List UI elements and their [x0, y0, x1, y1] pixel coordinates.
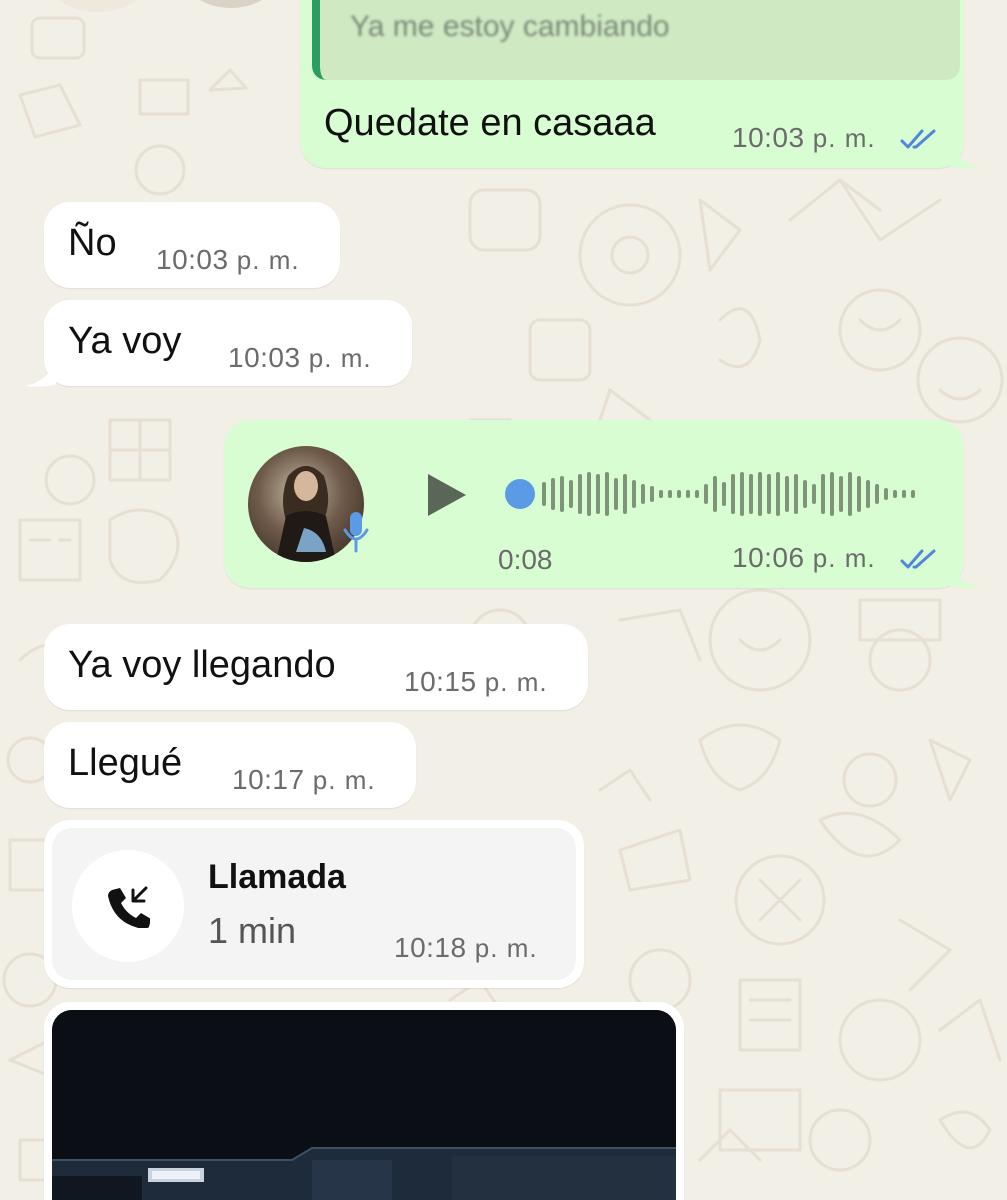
message-time: 10:06 p. m. [732, 542, 876, 574]
message-text: Quedate en casaaa [324, 102, 656, 144]
message-time: 10:18 p. m. [394, 932, 538, 964]
incoming-message-bubble[interactable]: Ño 10:03 p. m. [44, 202, 340, 288]
message-time: 10:03 p. m. [156, 244, 300, 276]
quoted-reply-text: Ya me estoy cambiando [350, 10, 670, 43]
time-value: 10:18 [394, 932, 467, 963]
voice-duration: 0:08 [498, 544, 553, 575]
time-value: 10:03 [228, 342, 301, 373]
play-icon[interactable] [424, 472, 468, 518]
incoming-message-bubble[interactable]: Ya voy 10:03 p. m. [44, 300, 412, 386]
bubble-tail [950, 560, 980, 589]
time-value: 10:06 [732, 542, 805, 573]
message-time: 10:17 p. m. [232, 764, 376, 796]
incoming-message-bubble[interactable]: Llegué 10:17 p. m. [44, 722, 416, 808]
time-ampm: p. m. [300, 343, 372, 373]
message-text: Ño [68, 222, 117, 264]
time-value: 10:03 [156, 244, 229, 275]
incoming-image-message[interactable] [44, 1002, 684, 1200]
quoted-reply[interactable]: Ya me estoy cambiando [312, 0, 960, 80]
time-ampm: p. m. [466, 933, 538, 963]
incoming-call-message[interactable]: Llamada 1 min 10:18 p. m. [44, 820, 584, 988]
night-building-photo [52, 1010, 676, 1200]
time-value: 10:15 [404, 666, 477, 697]
time-ampm: p. m. [304, 765, 376, 795]
double-check-icon [900, 549, 936, 569]
message-time: 10:03 p. m. [228, 342, 372, 374]
microphone-icon [343, 512, 369, 553]
call-title: Llamada [208, 858, 346, 896]
call-duration: 1 min [208, 910, 297, 951]
bubble-tail [26, 358, 56, 387]
call-card[interactable]: Llamada 1 min 10:18 p. m. [52, 828, 576, 980]
image-thumbnail[interactable] [52, 1010, 676, 1200]
time-ampm: p. m. [804, 543, 876, 573]
outgoing-voice-message[interactable]: 0:08 10:06 p. m. [224, 420, 964, 588]
time-value: 10:03 [732, 122, 805, 153]
message-text: Ya voy llegando [68, 644, 336, 686]
message-time: 10:03 p. m. [732, 122, 876, 154]
message-time: 10:15 p. m. [404, 666, 548, 698]
incoming-call-icon [108, 886, 150, 928]
outgoing-message-bubble[interactable]: Ya me estoy cambiando Quedate en casaaa … [300, 0, 964, 168]
double-check-icon [900, 129, 936, 149]
time-ampm: p. m. [476, 667, 548, 697]
time-ampm: p. m. [228, 245, 300, 275]
message-text: Llegué [68, 742, 183, 784]
voice-waveform[interactable] [502, 464, 922, 524]
time-ampm: p. m. [804, 123, 876, 153]
bubble-tail [950, 140, 980, 169]
call-icon-circle [72, 850, 184, 962]
incoming-message-bubble[interactable]: Ya voy llegando 10:15 p. m. [44, 624, 588, 710]
message-text: Ya voy [68, 320, 182, 362]
time-value: 10:17 [232, 764, 305, 795]
